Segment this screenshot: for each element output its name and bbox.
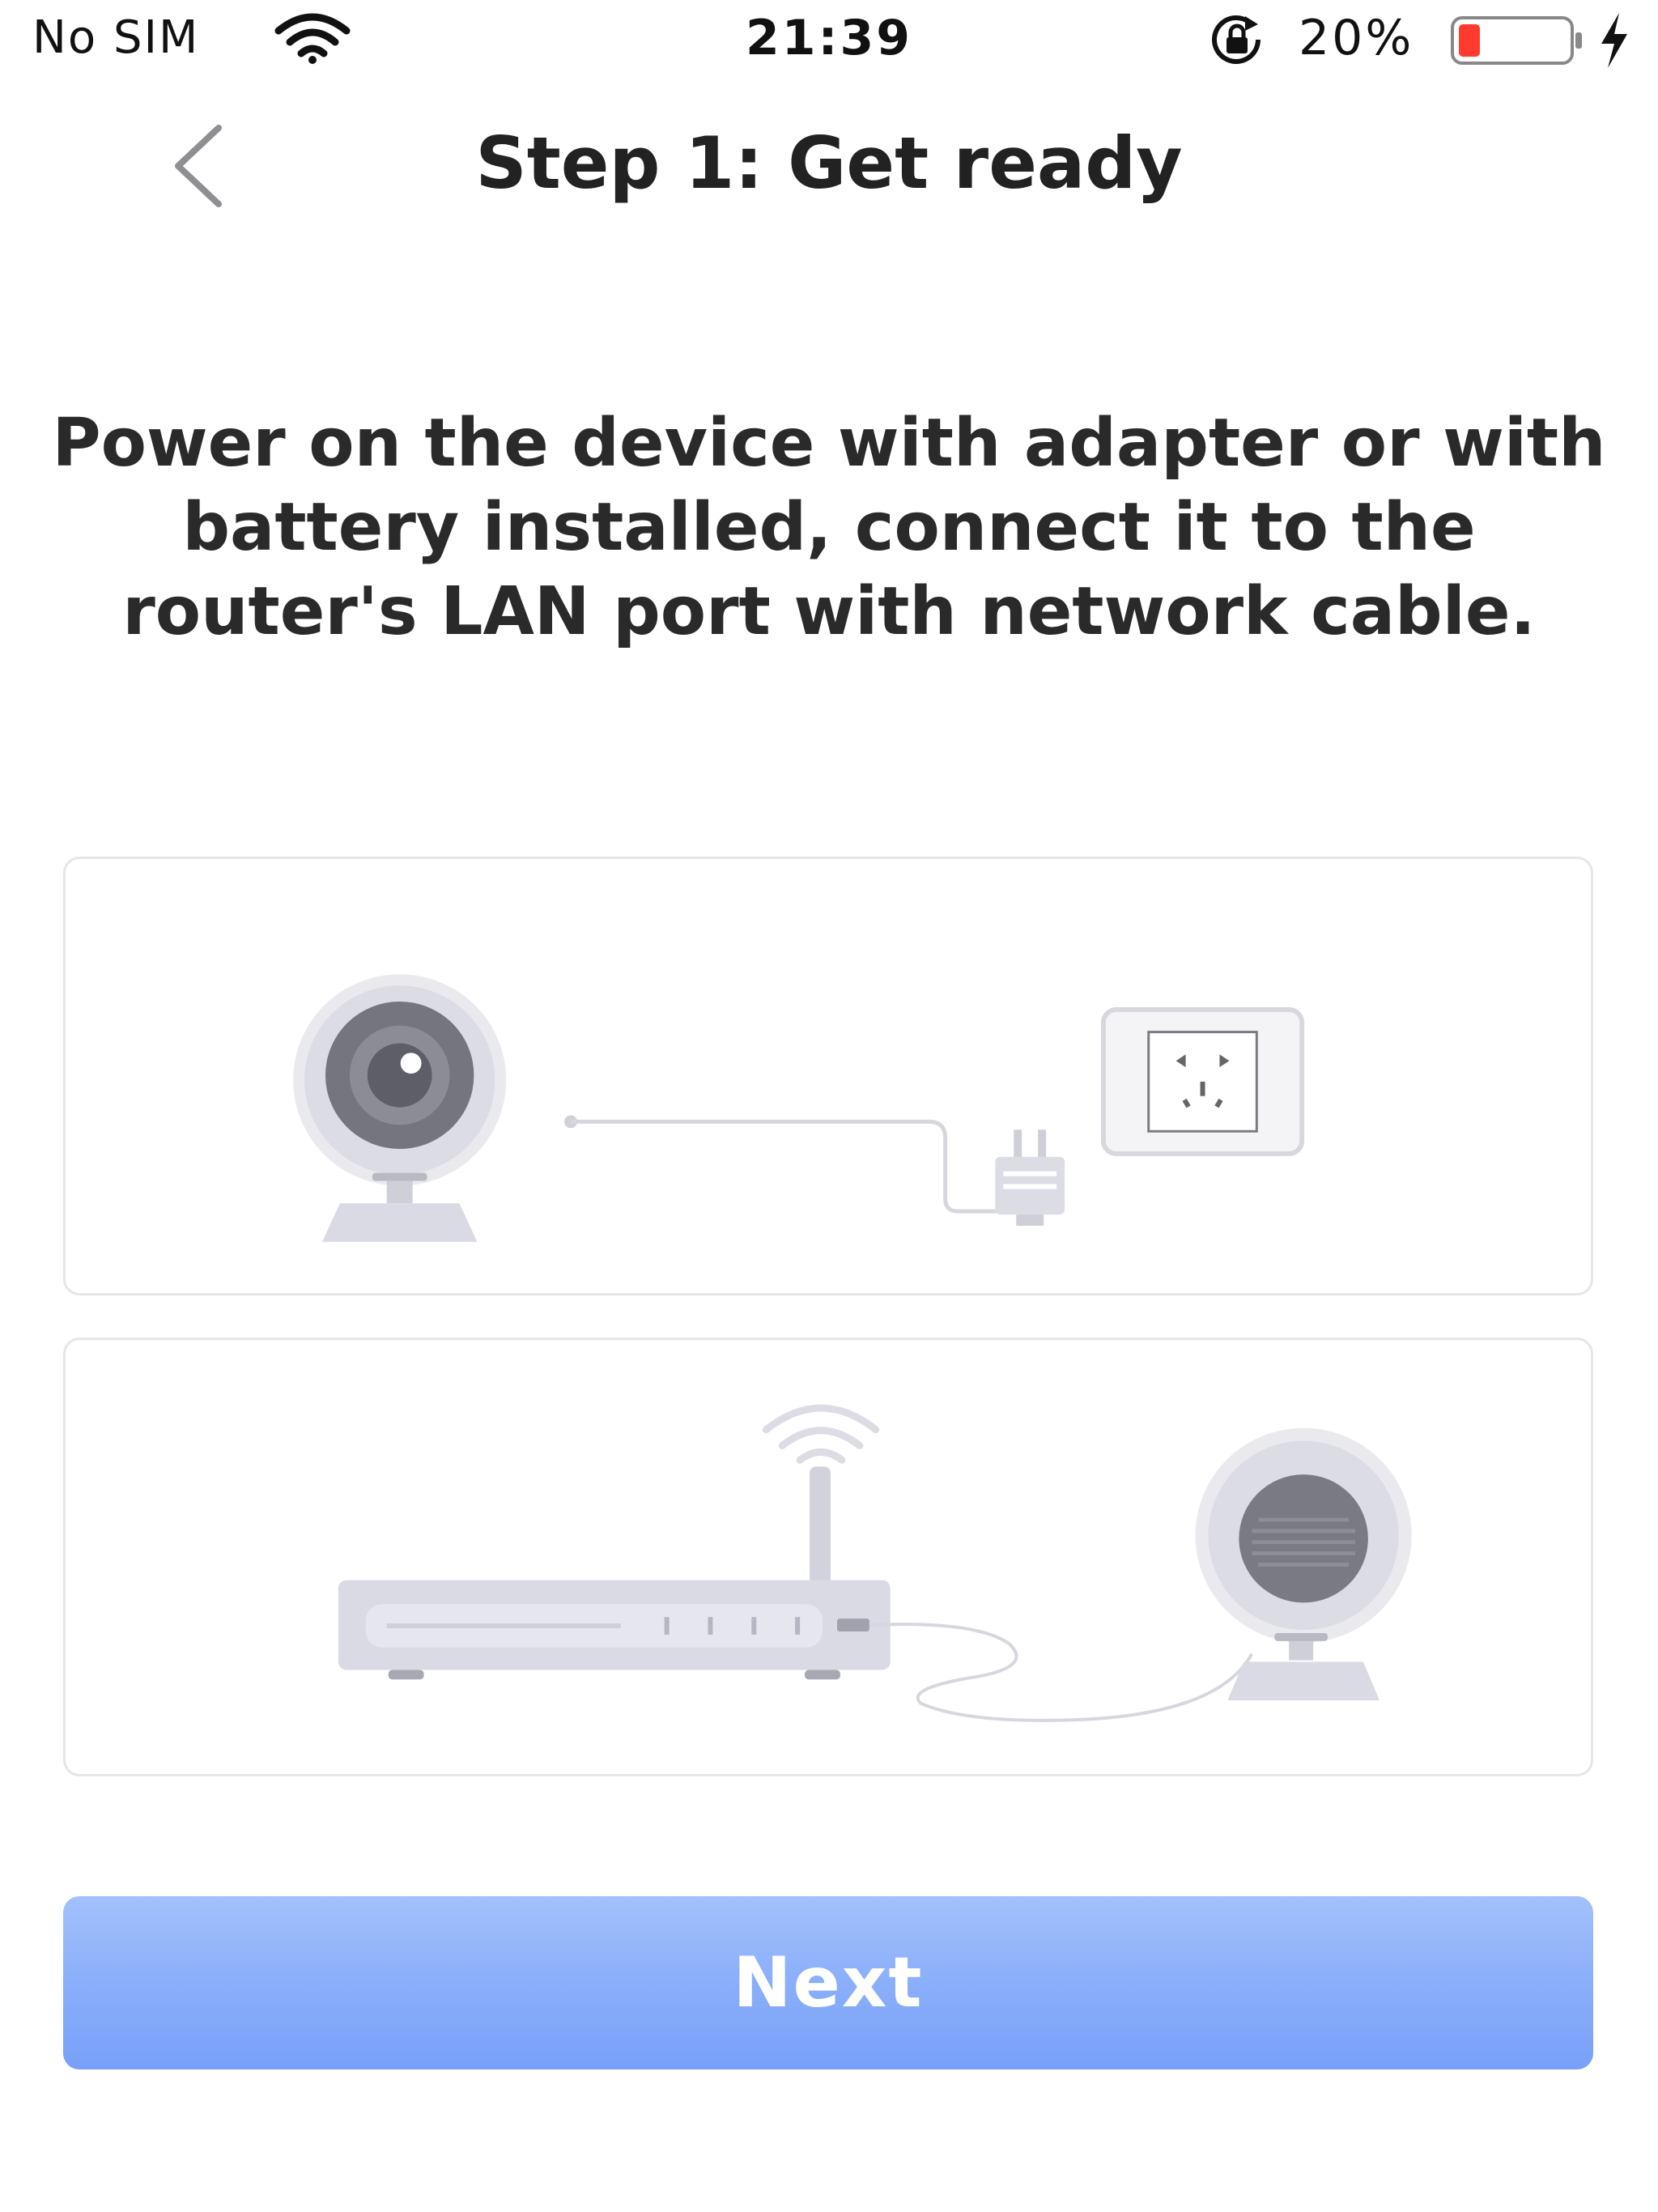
battery-icon	[1451, 16, 1582, 65]
charging-icon	[1601, 13, 1627, 68]
camera-icon	[293, 974, 507, 1242]
battery-percentage: 20%	[1299, 10, 1414, 66]
power-cable	[564, 1115, 1010, 1214]
router-icon	[338, 1404, 891, 1680]
next-button-label: Next	[733, 1942, 924, 2023]
instruction-text: Power on the device with adapter or with…	[52, 405, 1606, 650]
network-cable-icon	[869, 1623, 1254, 1722]
router-camera-cable-illustration	[63, 1338, 1593, 1776]
camera-power-adapter-illustration	[63, 857, 1593, 1295]
status-bar: No SIM 21:39 20%	[0, 0, 1658, 81]
next-button[interactable]: Next	[63, 1896, 1593, 2069]
power-adapter-icon	[995, 1129, 1065, 1226]
wall-socket-icon	[1100, 1006, 1305, 1156]
camera-icon	[1195, 1427, 1412, 1701]
lock-rotation-icon	[1212, 15, 1261, 64]
screen: No SIM 21:39 20% Step 1: Get ready Power…	[0, 0, 1658, 2212]
page-title: Step 1: Get ready	[475, 121, 1183, 205]
